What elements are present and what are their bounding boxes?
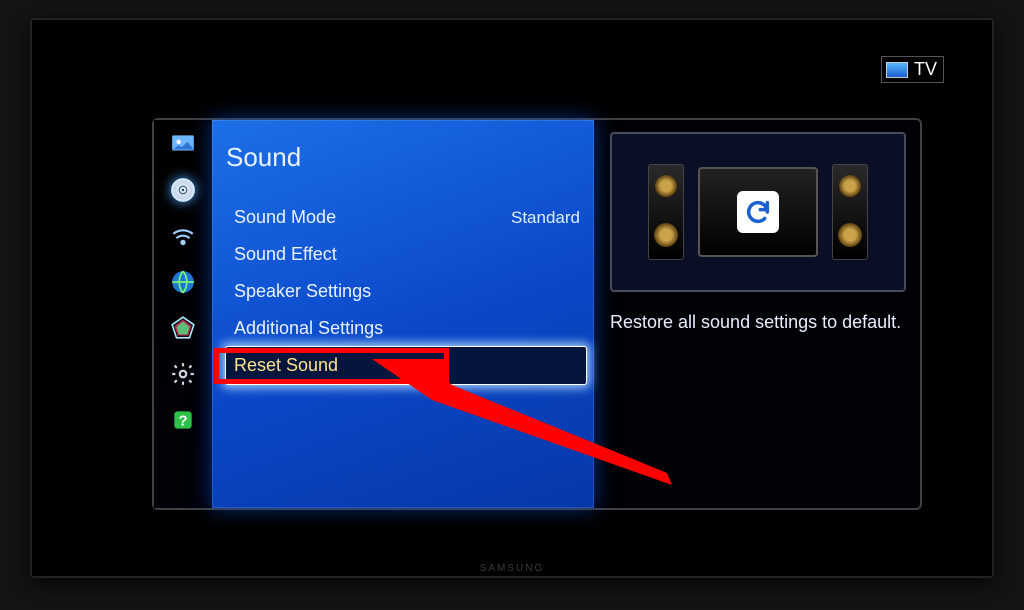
system-icon[interactable]: [167, 358, 199, 390]
smarthub-icon[interactable]: [167, 312, 199, 344]
menu-item-label: Sound Effect: [234, 244, 337, 265]
tv-frame: TV: [30, 18, 994, 578]
speaker-right-icon: [832, 164, 868, 260]
menu-item-speaker-settings[interactable]: Speaker Settings: [226, 273, 586, 310]
menu-panel: Sound Sound Mode Standard Sound Effect S…: [212, 120, 594, 508]
svg-text:?: ?: [178, 412, 187, 429]
settings-window: ? Sound Sound Mode Standard Sound Effect…: [152, 118, 922, 510]
menu-item-additional-settings[interactable]: Additional Settings: [226, 310, 586, 347]
menu-item-reset-sound[interactable]: Reset Sound: [226, 347, 586, 384]
menu-item-sound-mode[interactable]: Sound Mode Standard: [226, 199, 586, 236]
menu-item-label: Additional Settings: [234, 318, 383, 339]
source-indicator: TV: [881, 56, 944, 83]
category-sidebar: ?: [154, 120, 212, 508]
menu-title: Sound: [226, 142, 586, 173]
support-icon[interactable]: ?: [167, 404, 199, 436]
source-label: TV: [914, 59, 937, 80]
network-icon[interactable]: [167, 220, 199, 252]
tv-screen: TV: [52, 40, 972, 548]
info-description: Restore all sound settings to default.: [610, 310, 906, 334]
speaker-left-icon: [648, 164, 684, 260]
menu-item-sound-effect[interactable]: Sound Effect: [226, 236, 586, 273]
info-panel: Restore all sound settings to default.: [594, 120, 920, 508]
tv-illustration: [698, 167, 818, 257]
tv-icon: [886, 62, 908, 78]
menu-item-label: Speaker Settings: [234, 281, 371, 302]
menu-item-label: Sound Mode: [234, 207, 336, 228]
brand-label: SAMSUNG: [480, 563, 545, 574]
broadcast-icon[interactable]: [167, 266, 199, 298]
info-illustration: [610, 132, 906, 292]
menu-item-value: Standard: [511, 208, 580, 228]
sound-icon[interactable]: [167, 174, 199, 206]
picture-icon[interactable]: [167, 128, 199, 160]
menu-item-label: Reset Sound: [234, 355, 338, 376]
refresh-icon: [737, 191, 779, 233]
